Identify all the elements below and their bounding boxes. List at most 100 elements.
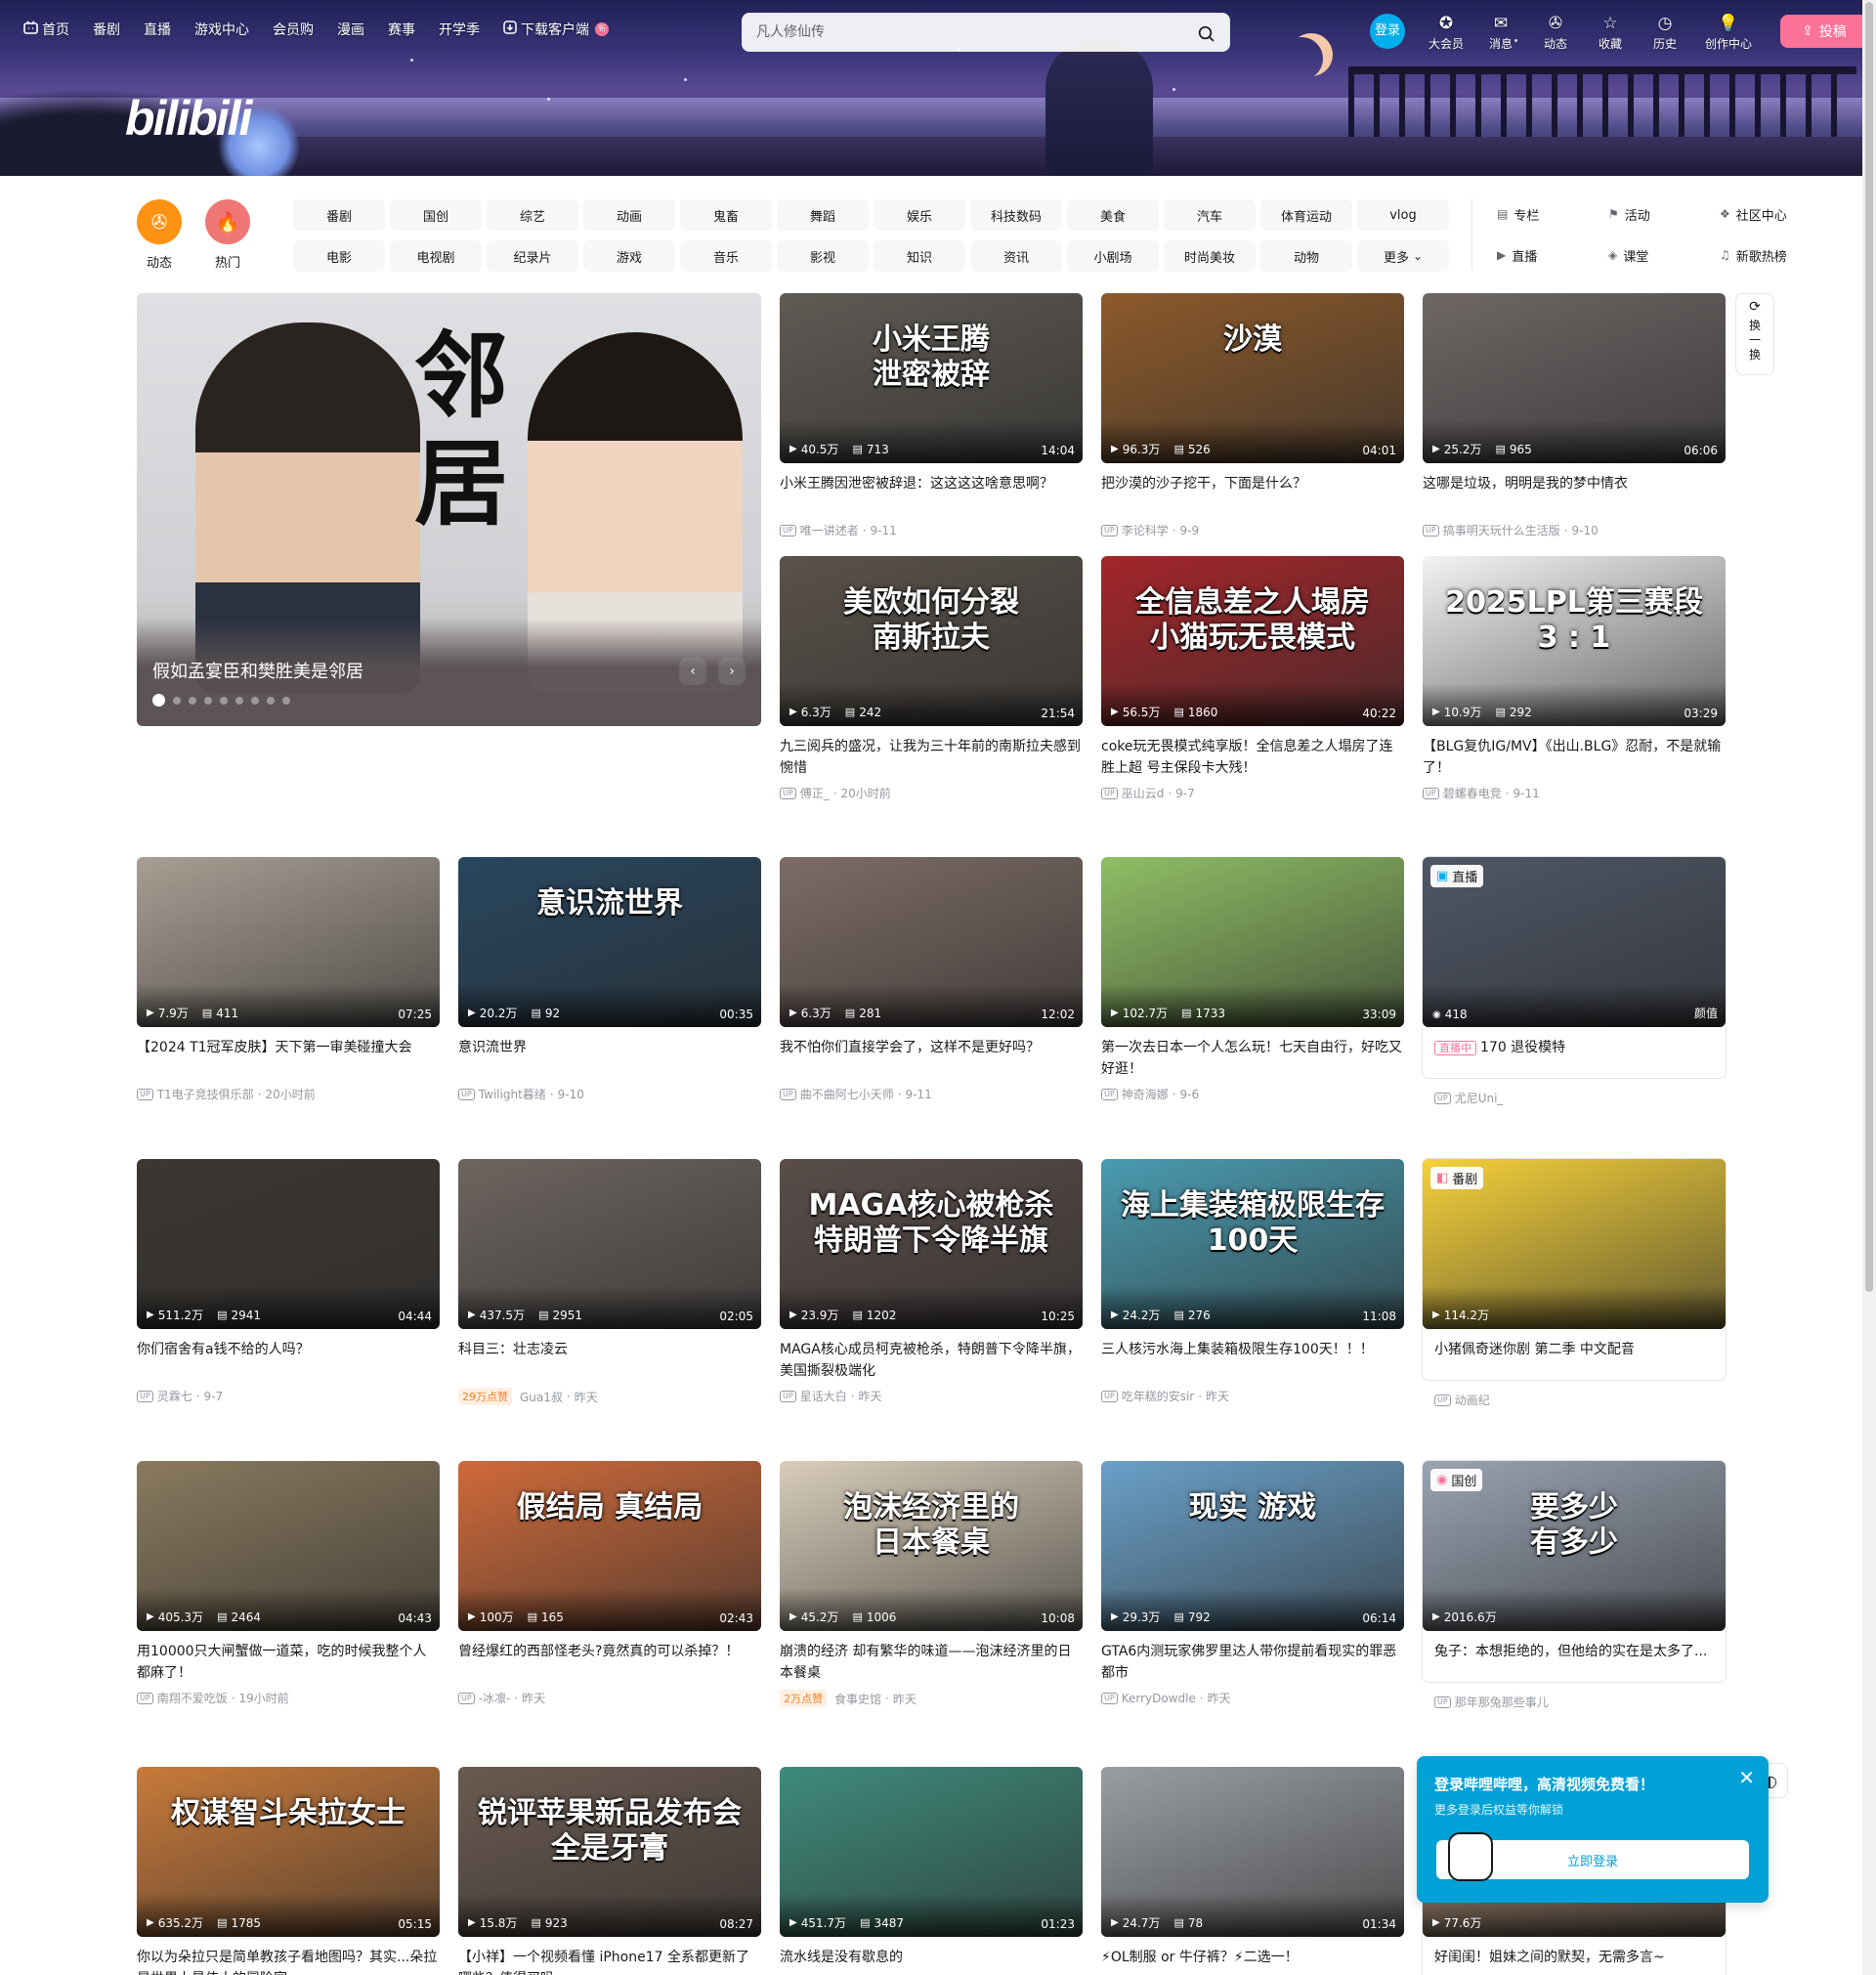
video-card[interactable]: ▶ 7.9万 ▤ 411 07:25 【2024 T1冠军皮肤】天下第一审美碰撞大会 UP T… — [137, 857, 440, 1102]
video-meta[interactable]: UP T1电子竞技俱乐部 · 20小时前 — [137, 1086, 440, 1102]
uploader-name[interactable]: 碧螺春电竞 — [1443, 785, 1502, 801]
video-card[interactable]: 2025LPL第三赛段 3 : 1 ▶ 10.9万 ▤ 292 03:29 【BLG复仇IG… — [1423, 556, 1726, 801]
nav-history[interactable]: ◷ 历史 — [1646, 12, 1684, 52]
video-card[interactable]: 泡沫经济里的 日本餐桌 ▶ 45.2万 ▤ 1006 10:08 崩溃的经济 却有繁华的味道… — [780, 1461, 1083, 1707]
video-title[interactable]: 你们宿舍有a钱不给的人吗？ — [137, 1339, 440, 1382]
video-title[interactable]: 【BLG复仇IG/MV】《出山.BLG》忍耐，不是就输了！ — [1423, 736, 1726, 779]
video-thumbnail[interactable]: ▶ 7.9万 ▤ 411 07:25 — [137, 857, 440, 1027]
nav-message[interactable]: ✉ 消息 — [1482, 12, 1519, 52]
video-title[interactable]: GTA6内测玩家佛罗里达人带你提前看现实的罪恶都市 — [1101, 1641, 1404, 1684]
video-card[interactable]: 现实 游戏 ▶ 29.3万 ▤ 792 06:14 GTA6内测玩家佛罗里达人带你提前看现实… — [1101, 1461, 1404, 1706]
video-card[interactable]: 要多少 有多少 ◉ 国创 ▶ 2016.6万兔子：本想拒绝的，但他给的实在是太多了...… — [1423, 1461, 1726, 1709]
nav-game-center[interactable]: 游戏中心 — [194, 20, 261, 39]
video-card[interactable]: 假结局 真结局 ▶ 100万 ▤ 165 02:43 曾经爆红的西部怪老头?竟然真的可以杀掉… — [458, 1461, 761, 1706]
video-card[interactable]: ▶ 102.7万 ▤ 1733 33:09 第一次去日本一个人怎么玩！七天自由行，好吃又好… — [1101, 857, 1404, 1102]
video-thumbnail[interactable]: 沙漠 ▶ 96.3万 ▤ 526 04:01 — [1101, 293, 1404, 463]
nav-home[interactable]: 首页 — [23, 20, 81, 39]
uploader-name[interactable]: 李论科学 — [1122, 522, 1169, 538]
channel-chip-20[interactable]: 小剧场 — [1067, 240, 1159, 272]
video-thumbnail[interactable]: ▶ 437.5万 ▤ 2951 02:05 — [458, 1159, 761, 1329]
video-meta[interactable]: UP 动画纪 — [1423, 1392, 1726, 1408]
video-title[interactable]: MAGA核心成员柯克被枪杀，特朗普下令降半旗，美国撕裂极端化 — [780, 1339, 1083, 1382]
uploader-name[interactable]: 动画纪 — [1455, 1392, 1490, 1408]
channel-chip-12[interactable]: 电影 — [293, 240, 385, 272]
upload-button[interactable]: ⇪ 投稿 — [1780, 15, 1868, 48]
uploader-name[interactable]: 南翔不爱吃饭 — [157, 1690, 228, 1706]
video-title[interactable]: 用10000只大闸蟹做一道菜，吃的时候我整个人都麻了！ — [137, 1641, 440, 1684]
nav-creator-center[interactable]: 💡 创作中心 — [1701, 12, 1756, 52]
video-card[interactable]: 权谋智斗朵拉女士 ▶ 635.2万 ▤ 1785 05:15 你以为朵拉只是简单教孩子看地图… — [137, 1767, 440, 1975]
login-avatar-button[interactable]: 登录 — [1370, 14, 1405, 49]
video-card[interactable]: 沙漠 ▶ 96.3万 ▤ 526 04:01 把沙漠的沙子挖干，下面是什么？ UP 李论科学 · 9… — [1101, 293, 1404, 538]
video-thumbnail[interactable]: ▶ 24.7万 ▤ 78 01:34 — [1101, 1767, 1404, 1937]
video-title[interactable]: 崩溃的经济 却有繁华的味道——泡沫经济里的日本餐桌 — [780, 1641, 1083, 1684]
video-meta[interactable]: 2万点赞 食事史馆 · 昨天 — [780, 1690, 1083, 1707]
uploader-name[interactable]: 灵霖七 — [157, 1388, 192, 1404]
refresh-button[interactable]: ⟳ 换 一 换 — [1735, 293, 1774, 375]
uploader-name[interactable]: Gua1叔 — [520, 1389, 563, 1405]
video-card[interactable]: MAGA核心被枪杀 特朗普下令降半旗 ▶ 23.9万 ▤ 1202 10:25 MAGA核心… — [780, 1159, 1083, 1404]
video-card[interactable]: ▶ 511.2万 ▤ 2941 04:44 你们宿舍有a钱不给的人吗？ UP 灵霖七 · 9-7 — [137, 1159, 440, 1404]
video-card[interactable]: ▶ 405.3万 ▤ 2464 04:43 用10000只大闸蟹做一道菜，吃的时候我整个人… — [137, 1461, 440, 1706]
video-meta[interactable]: UP 灵霖七 · 9-7 — [137, 1388, 440, 1404]
channel-chip-11[interactable]: vlog — [1357, 199, 1449, 231]
carousel-dot[interactable] — [282, 696, 290, 705]
video-title[interactable]: 把沙漠的沙子挖干，下面是什么？ — [1101, 473, 1404, 516]
video-card[interactable]: 锐评苹果新品发布会 全是牙膏 ▶ 15.8万 ▤ 923 08:27 【小祥】一个视频看懂 … — [458, 1767, 761, 1975]
video-card[interactable]: 全信息差之人塌房 小猫玩无畏模式 ▶ 56.5万 ▤ 1860 40:22 coke玩无畏模… — [1101, 556, 1404, 801]
video-meta[interactable]: UP -冰凛- · 昨天 — [458, 1690, 761, 1706]
uploader-name[interactable]: KerryDowdle — [1122, 1692, 1196, 1705]
video-title[interactable]: 兔子：本想拒绝的，但他给的实在是太多了... — [1423, 1641, 1726, 1684]
link-community[interactable]: ❖ 社区中心 — [1720, 205, 1831, 224]
video-thumbnail[interactable]: 2025LPL第三赛段 3 : 1 ▶ 10.9万 ▤ 292 03:29 — [1423, 556, 1726, 726]
carousel-dot[interactable] — [251, 696, 259, 705]
channel-chip-2[interactable]: 综艺 — [487, 199, 578, 231]
bilibili-logo[interactable]: bilibili — [125, 90, 252, 147]
video-meta[interactable]: UP 李论科学 · 9-9 — [1101, 522, 1404, 538]
nav-dynamic[interactable]: ✇ 动态 — [1537, 12, 1574, 52]
video-thumbnail[interactable]: 要多少 有多少 ◉ 国创 ▶ 2016.6万 — [1423, 1461, 1726, 1631]
link-music-chart[interactable]: ♫ 新歌热榜 — [1720, 246, 1831, 265]
channel-chip-17[interactable]: 影视 — [777, 240, 869, 272]
channel-chip-15[interactable]: 游戏 — [583, 240, 675, 272]
channel-chip-7[interactable]: 科技数码 — [970, 199, 1062, 231]
video-thumbnail[interactable]: 海上集装箱极限生存 100天 ▶ 24.2万 ▤ 276 11:08 — [1101, 1159, 1404, 1329]
video-thumbnail[interactable]: 权谋智斗朵拉女士 ▶ 635.2万 ▤ 1785 05:15 — [137, 1767, 440, 1937]
video-meta[interactable]: UP 唯一讲述者 · 9-11 — [780, 522, 1083, 538]
channel-dynamic[interactable]: ✇ 动态 — [137, 199, 182, 271]
channel-chip-19[interactable]: 资讯 — [970, 240, 1062, 272]
video-card[interactable]: 海上集装箱极限生存 100天 ▶ 24.2万 ▤ 276 11:08 三人核污水海上集装箱极… — [1101, 1159, 1404, 1404]
video-thumbnail[interactable]: ▶ 451.7万 ▤ 3487 01:23 — [780, 1767, 1083, 1937]
uploader-name[interactable]: 尤尼Uni_ — [1455, 1090, 1504, 1106]
channel-chip-6[interactable]: 娱乐 — [874, 199, 965, 231]
nav-download-client[interactable]: 下载客户端 新 — [503, 20, 620, 39]
video-title[interactable]: 这哪是垃圾，明明是我的梦中情衣 — [1423, 473, 1726, 516]
video-thumbnail[interactable]: MAGA核心被枪杀 特朗普下令降半旗 ▶ 23.9万 ▤ 1202 10:25 — [780, 1159, 1083, 1329]
search-button[interactable] — [1192, 20, 1219, 47]
video-title[interactable]: 科目三：壮志凌云 — [458, 1339, 761, 1382]
channel-chip-0[interactable]: 番剧 — [293, 199, 385, 231]
channel-chip-5[interactable]: 舞蹈 — [777, 199, 869, 231]
video-card[interactable]: ▶ 437.5万 ▤ 2951 02:05 科目三：壮志凌云 29万点赞 Gua1叔 · 昨天 — [458, 1159, 761, 1405]
video-meta[interactable]: UP 曲不曲阿七小天师 · 9-11 — [780, 1086, 1083, 1102]
video-card[interactable]: 美欧如何分裂 南斯拉夫 ▶ 6.3万 ▤ 242 21:54 九三阅兵的盛况，让我为三十年前… — [780, 556, 1083, 801]
carousel-dot[interactable] — [204, 696, 212, 705]
video-thumbnail[interactable]: 锐评苹果新品发布会 全是牙膏 ▶ 15.8万 ▤ 923 08:27 — [458, 1767, 761, 1937]
video-thumbnail[interactable]: 假结局 真结局 ▶ 100万 ▤ 165 02:43 — [458, 1461, 761, 1631]
channel-chip-18[interactable]: 知识 — [874, 240, 965, 272]
nav-manga[interactable]: 漫画 — [337, 20, 376, 39]
channel-chip-8[interactable]: 美食 — [1067, 199, 1159, 231]
video-meta[interactable]: UP 尤尼Uni_ — [1423, 1090, 1726, 1106]
carousel-dot[interactable] — [220, 696, 228, 705]
video-meta[interactable]: UP 碧螺春电竞 · 9-11 — [1423, 785, 1726, 801]
featured-carousel[interactable]: 邻居 假如孟宴臣和樊胜美是邻居 ‹ › — [137, 293, 761, 726]
uploader-name[interactable]: 巫山云d — [1122, 785, 1165, 801]
video-thumbnail[interactable]: ◧ 番剧 ▶ 114.2万 — [1423, 1159, 1726, 1329]
scrollbar-thumb[interactable] — [1865, 2, 1873, 1292]
video-title[interactable]: 第一次去日本一个人怎么玩！七天自由行，好吃又好逛！ — [1101, 1037, 1404, 1080]
video-card[interactable]: ◧ 番剧 ▶ 114.2万 小猪佩奇迷你剧 第二季 中文配音 UP 动画纪 — [1423, 1159, 1726, 1407]
video-title[interactable]: coke玩无畏模式纯享版！全信息差之人塌房了连胜上超 号主保段卡大残！ — [1101, 736, 1404, 779]
video-meta[interactable]: UP 神奇海娜 · 9-6 — [1101, 1086, 1404, 1102]
close-icon[interactable]: ✕ — [1738, 1768, 1755, 1787]
video-card[interactable]: ▶ 6.3万 ▤ 281 12:02 我不怕你们直接学会了，这样不是更好吗？ UP 曲不曲阿七… — [780, 857, 1083, 1102]
